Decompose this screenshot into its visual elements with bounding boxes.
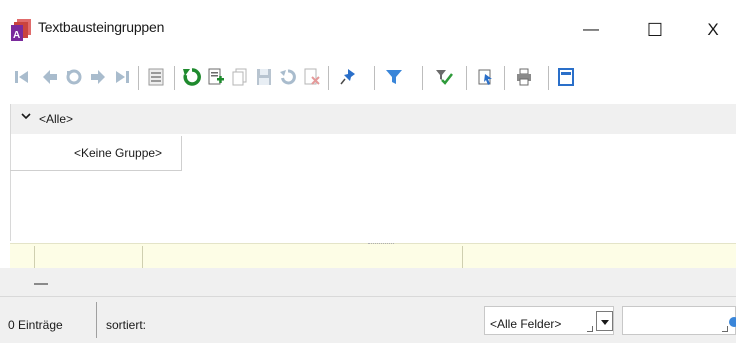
toolbar-separator [328,66,329,90]
first-record-icon[interactable] [10,64,34,90]
collapsed-panel [0,268,736,296]
maximize-icon: ☐ [646,19,664,40]
group-header-label: <Alle> [39,112,74,126]
copy-record-icon[interactable] [228,64,252,90]
search-input[interactable] [622,306,736,335]
row-group-label: <Keine Gruppe> [74,146,163,160]
save-icon[interactable] [252,64,276,90]
toolbar-separator [548,66,549,90]
app-icon: A [11,19,31,41]
footer-divider [34,246,35,268]
export-icon[interactable] [474,64,498,90]
minimize-icon: — [583,21,599,38]
field-select-value: <Alle Felder> [490,317,562,331]
toolbar-separator [138,66,139,90]
undo-icon[interactable] [62,64,86,90]
status-divider [96,302,97,338]
chevron-down-icon [601,320,609,325]
collapse-handle[interactable] [34,283,48,285]
grid-left-border [10,104,11,241]
print-icon[interactable] [512,64,536,90]
revert-icon[interactable] [276,64,300,90]
toolbar-separator [504,66,505,90]
check-filter-icon[interactable] [432,64,456,90]
sorted-label: sortiert: [106,318,147,332]
last-record-icon[interactable] [110,64,134,90]
previous-record-icon[interactable] [38,64,62,90]
refresh-icon[interactable] [180,64,204,90]
footer-divider [462,246,463,268]
close-icon: X [707,20,719,39]
pin-icon[interactable] [336,64,360,90]
toolbar-separator [174,66,175,90]
minimize-button[interactable]: — [568,12,614,48]
entries-count: 0 Einträge [8,318,63,332]
group-header-row[interactable] [10,104,736,134]
splitter-grip[interactable] [368,243,394,247]
svg-text:A: A [13,30,20,41]
toolbar-separator [466,66,467,90]
chevron-down-icon[interactable] [21,111,31,121]
maximize-button[interactable]: ☐ [632,12,678,48]
window-title: Textbausteingruppen [38,19,165,35]
layout-icon[interactable] [554,64,578,90]
delete-icon[interactable] [300,64,324,90]
details-view-icon[interactable] [144,64,168,90]
toolbar-separator [374,66,375,90]
filter-icon[interactable] [382,64,406,90]
resize-grip-icon [587,326,593,332]
toolbar-separator [422,66,423,90]
footer-divider [142,246,143,268]
toolbar [0,62,736,139]
search-go-icon[interactable] [728,316,736,328]
next-record-icon[interactable] [86,64,110,90]
close-button[interactable]: X [690,12,736,48]
new-record-icon[interactable] [204,64,228,90]
